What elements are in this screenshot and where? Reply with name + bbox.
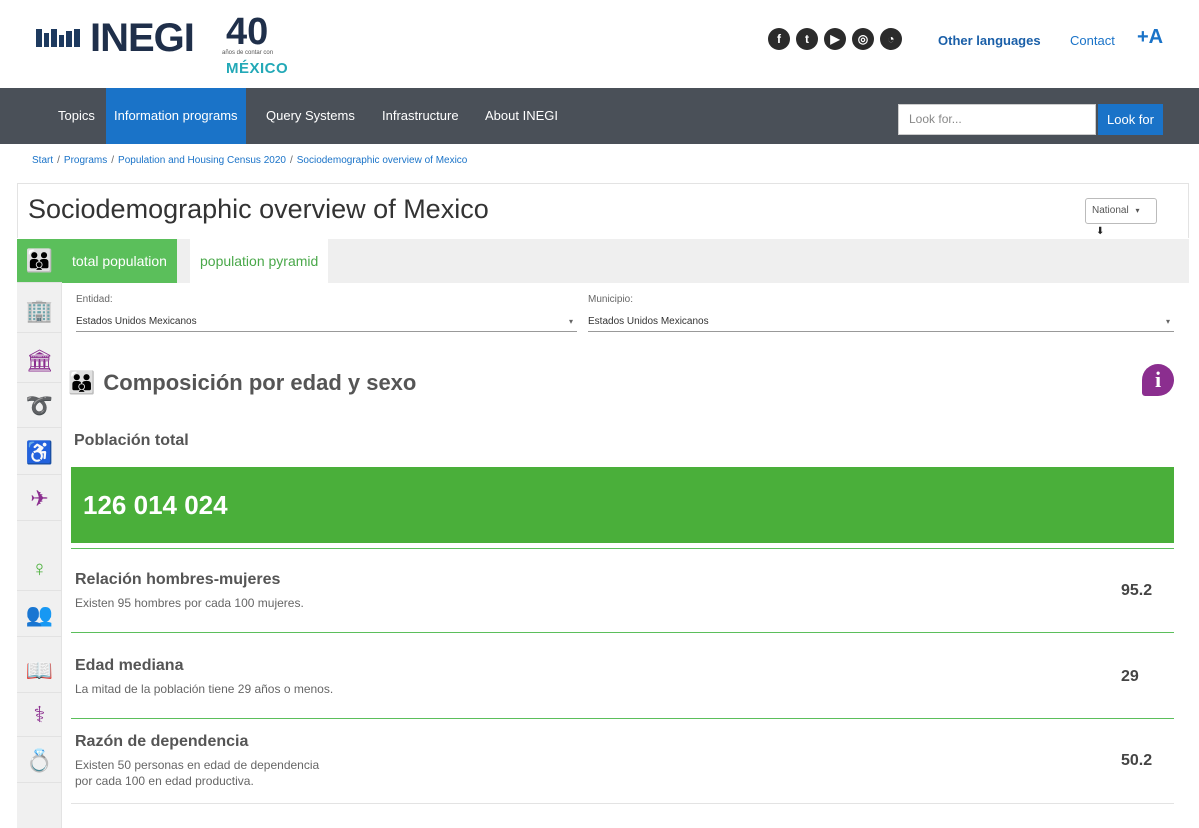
stat-description: Existen 50 personas en edad de dependenc… [75,758,320,772]
population-total-value: 126 014 024 [71,467,1174,543]
divider [71,803,1174,804]
ethnicity-icon[interactable]: 👥 [17,593,62,637]
inegi-logo[interactable]: INEGI [36,16,195,60]
rss-icon[interactable]: ◔ [880,28,902,50]
nav-item-about-inegi[interactable]: About INEGI [477,88,566,144]
disability-icon[interactable]: ♿ [17,431,62,475]
stat-title: Razón de dependencia [75,733,249,750]
entidad-label: Entidad: [76,294,113,305]
migration-icon[interactable]: ✈ [17,477,62,521]
breadcrumb-separator: / [111,155,115,166]
tab-total-population[interactable]: total population [62,239,177,283]
stat-value: 29 [1121,668,1139,685]
section-title: Composición por edad y sexo [103,370,417,395]
breadcrumb-census[interactable]: Population and Housing Census 2020 [118,155,286,166]
population-total-label: Población total [74,432,189,449]
twitter-icon[interactable]: t [796,28,818,50]
other-languages-link[interactable]: Other languages [938,33,1041,48]
breadcrumb-start[interactable]: Start [32,155,53,166]
social-links: f t ▶ ◎ ◔ [768,28,902,50]
page-title-bar: Sociodemographic overview of Mexico Nati… [17,183,1189,238]
scope-select-value: National [1092,205,1129,216]
stat-description: Existen 95 hombres por cada 100 mujeres. [75,596,304,610]
chevron-down-icon: ▾ [1135,206,1140,215]
site-header: INEGI 40 años de contar con MÉXICO f t ▶… [0,0,1199,88]
stat-title: Relación hombres-mujeres [75,571,281,588]
breadcrumb: Start / Programs / Population and Housin… [32,155,467,166]
youtube-icon[interactable]: ▶ [824,28,846,50]
breadcrumb-current[interactable]: Sociodemographic overview of Mexico [297,155,468,166]
contact-link[interactable]: Contact [1070,33,1115,48]
nav-item-topics[interactable]: Topics [50,88,103,144]
nav-item-information-programs[interactable]: Information programs [106,88,246,144]
tab-bar: total population population pyramid [62,239,1189,283]
scope-select[interactable]: National ▾ [1085,198,1157,224]
breadcrumb-separator: / [289,155,293,166]
health-icon[interactable]: ⚕ [17,693,62,737]
breadcrumb-separator: / [57,155,60,166]
entidad-value: Estados Unidos Mexicanos [76,316,197,327]
population-group-icon: 👪 [68,370,96,395]
stat-description: La mitad de la población tiene 29 años o… [75,682,334,696]
marital-status-icon[interactable]: 💍 [17,739,62,783]
nav-item-infrastructure[interactable]: Infrastructure [374,88,467,144]
search-button[interactable]: Look for [1098,104,1163,135]
main-nav: Topics Information programs Query System… [0,88,1199,144]
chevron-down-icon: ▾ [1165,317,1170,326]
building-icon[interactable]: 🏛 [17,339,62,383]
instagram-icon[interactable]: ◎ [852,28,874,50]
fertility-icon[interactable]: ➰ [17,384,62,428]
municipio-label: Municipio: [588,294,634,305]
logo-mark-icon [36,25,86,51]
education-icon[interactable]: 📖 [17,649,62,693]
population-icon[interactable]: 👪 [17,239,62,283]
entidad-select[interactable]: Estados Unidos Mexicanos ▾ [76,312,577,332]
stat-row-dependency-ratio: Razón de dependencia Existen 50 personas… [71,718,1174,804]
breadcrumb-programs[interactable]: Programs [64,155,107,166]
stat-row-median-age: Edad mediana La mitad de la población ti… [71,632,1174,718]
download-icon[interactable]: ⬇ [1096,226,1104,237]
anniversary-country: MÉXICO [226,60,289,77]
logo-text: INEGI [90,16,195,60]
stat-title: Edad mediana [75,657,184,674]
anniversary-number: 40 [226,11,269,53]
stat-value: 95.2 [1121,582,1153,599]
info-icon[interactable]: i [1142,364,1174,396]
facebook-icon[interactable]: f [768,28,790,50]
anniversary-sub: años de contar con [222,50,274,56]
municipio-value: Estados Unidos Mexicanos [588,316,709,327]
search-input[interactable]: Look for... [898,104,1096,135]
section-heading: 👪 Composición por edad y sexo [68,370,416,396]
stat-description: por cada 100 en edad productiva. [75,774,254,788]
housing-icon[interactable]: 🏢 [17,289,62,333]
page-title: Sociodemographic overview of Mexico [28,194,489,224]
chevron-down-icon: ▾ [568,317,573,326]
tab-population-pyramid[interactable]: population pyramid [190,239,329,283]
nav-item-query-systems[interactable]: Query Systems [258,88,363,144]
stat-value: 50.2 [1121,752,1153,769]
anniversary-logo: 40 años de contar con MÉXICO [222,12,296,78]
topic-sidebar: 👪 🏢 🏛 ➰ ♿ ✈ ♀ 👥 📖 ⚕ 💍 [17,239,62,828]
stat-row-sex-ratio: Relación hombres-mujeres Existen 95 homb… [71,548,1174,632]
font-size-toggle[interactable]: +A [1137,26,1163,49]
religion-icon[interactable]: ♀ [17,547,62,591]
municipio-select[interactable]: Estados Unidos Mexicanos ▾ [588,312,1174,332]
